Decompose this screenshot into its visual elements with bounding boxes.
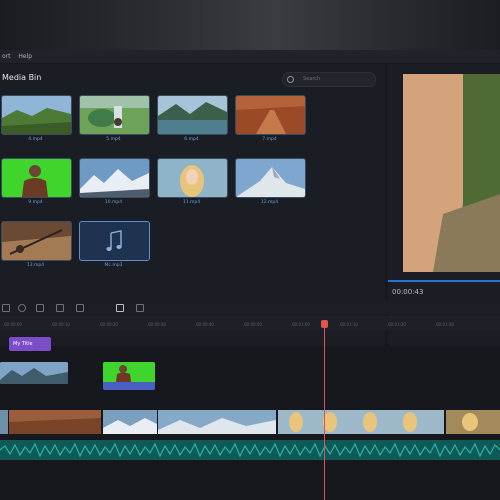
greenscreen-clip[interactable] bbox=[103, 362, 155, 390]
delete-icon[interactable] bbox=[36, 304, 44, 312]
ruler-tick: 00:00:50 bbox=[244, 322, 262, 327]
menu-item-import[interactable]: ort bbox=[2, 53, 11, 60]
main-video-clips[interactable] bbox=[0, 408, 500, 436]
media-caption: Mc.mp3 bbox=[104, 263, 123, 268]
hiker-waterfall-thumbnail bbox=[80, 96, 149, 134]
media-caption: 9.mp4 bbox=[28, 200, 43, 205]
media-thumbnail-7[interactable] bbox=[235, 95, 306, 135]
ruler-tick: 00:00:10 bbox=[52, 322, 70, 327]
media-caption: 10.mp4 bbox=[104, 200, 123, 205]
greenscreen-person-thumbnail bbox=[2, 159, 71, 197]
media-thumbnail-6[interactable] bbox=[157, 95, 228, 135]
media-thumbnail-audio[interactable] bbox=[79, 221, 150, 261]
crop-icon[interactable] bbox=[76, 304, 84, 312]
ruler-tick: 00:01:10 bbox=[340, 322, 358, 327]
ruler-tick: 00:01:20 bbox=[388, 322, 406, 327]
title-track: My Title bbox=[0, 336, 500, 352]
split-icon[interactable] bbox=[56, 304, 64, 312]
playback-progress-bar[interactable] bbox=[388, 280, 500, 282]
search-input[interactable]: Search bbox=[282, 72, 376, 87]
undo-icon[interactable] bbox=[2, 304, 10, 312]
video-track bbox=[0, 408, 500, 436]
media-caption: 4.mp4 bbox=[28, 137, 43, 142]
greenscreen-clip-thumbnail bbox=[103, 362, 155, 390]
media-thumbnail-4[interactable] bbox=[1, 95, 72, 135]
playhead-handle[interactable] bbox=[321, 320, 328, 328]
mountain-lake-thumbnail bbox=[158, 96, 227, 134]
media-caption: 12.mp4 bbox=[260, 200, 279, 205]
audio-waveform bbox=[0, 440, 500, 460]
blonde-woman-thumbnail bbox=[158, 159, 227, 197]
menu-bar: ort Help bbox=[0, 50, 500, 63]
ruler-tick: 00:00:20 bbox=[100, 322, 118, 327]
background-blur-top bbox=[0, 0, 500, 50]
hiker-closeup-video bbox=[403, 74, 500, 272]
media-caption: 11.mp4 bbox=[182, 200, 201, 205]
menu-item-help[interactable]: Help bbox=[18, 53, 32, 60]
search-icon bbox=[287, 76, 294, 83]
ruler-tick: 00:00:30 bbox=[148, 322, 166, 327]
audio-track[interactable] bbox=[0, 440, 500, 460]
snowy-mountains-thumbnail bbox=[80, 159, 149, 197]
media-thumbnail-13[interactable] bbox=[1, 221, 72, 261]
overlay-clip[interactable] bbox=[0, 362, 68, 384]
media-thumbnail-5[interactable] bbox=[79, 95, 150, 135]
search-placeholder: Search bbox=[303, 76, 321, 82]
title-clip[interactable]: My Title bbox=[9, 337, 51, 351]
timeline-toolbar bbox=[0, 300, 500, 314]
media-thumbnail-10[interactable] bbox=[79, 158, 150, 198]
copy-icon[interactable] bbox=[116, 304, 124, 312]
mountain-clip-thumbnails bbox=[0, 362, 68, 384]
ruler-tick: 00:00:00 bbox=[4, 322, 22, 327]
redo-icon[interactable] bbox=[18, 304, 26, 312]
mountain-peak-thumbnail bbox=[236, 159, 305, 197]
preview-video-frame[interactable] bbox=[403, 74, 500, 272]
desert-road-thumbnail bbox=[236, 96, 305, 134]
valley-landscape-thumbnail bbox=[2, 96, 71, 134]
overlay-track bbox=[0, 360, 500, 392]
title-clip-label: My Title bbox=[13, 341, 33, 347]
playhead-line bbox=[324, 320, 325, 500]
timeline-ruler[interactable]: 00:00:00 00:00:10 00:00:20 00:00:30 00:0… bbox=[0, 316, 500, 330]
video-editor-window: ort Help Media Bin Search 4.mp4 5.mp4 6.… bbox=[0, 50, 500, 500]
media-bin-title: Media Bin bbox=[2, 73, 42, 82]
music-note-icon bbox=[106, 230, 122, 251]
marker-icon[interactable] bbox=[136, 304, 144, 312]
media-caption: 13.mp4 bbox=[26, 263, 45, 268]
media-caption: 5.mp4 bbox=[106, 137, 121, 142]
hiker-selfie-thumbnail bbox=[2, 222, 71, 260]
ruler-tick: 00:01:00 bbox=[292, 322, 310, 327]
preview-timecode: 00:00:43 bbox=[392, 288, 424, 296]
ruler-tick: 00:01:30 bbox=[436, 322, 454, 327]
media-caption: 6.mp4 bbox=[184, 137, 199, 142]
media-thumbnail-12[interactable] bbox=[235, 158, 306, 198]
ruler-tick: 00:00:40 bbox=[196, 322, 214, 327]
media-thumbnail-11[interactable] bbox=[157, 158, 228, 198]
media-caption: 7.mp4 bbox=[262, 137, 277, 142]
media-thumbnail-9[interactable] bbox=[1, 158, 72, 198]
